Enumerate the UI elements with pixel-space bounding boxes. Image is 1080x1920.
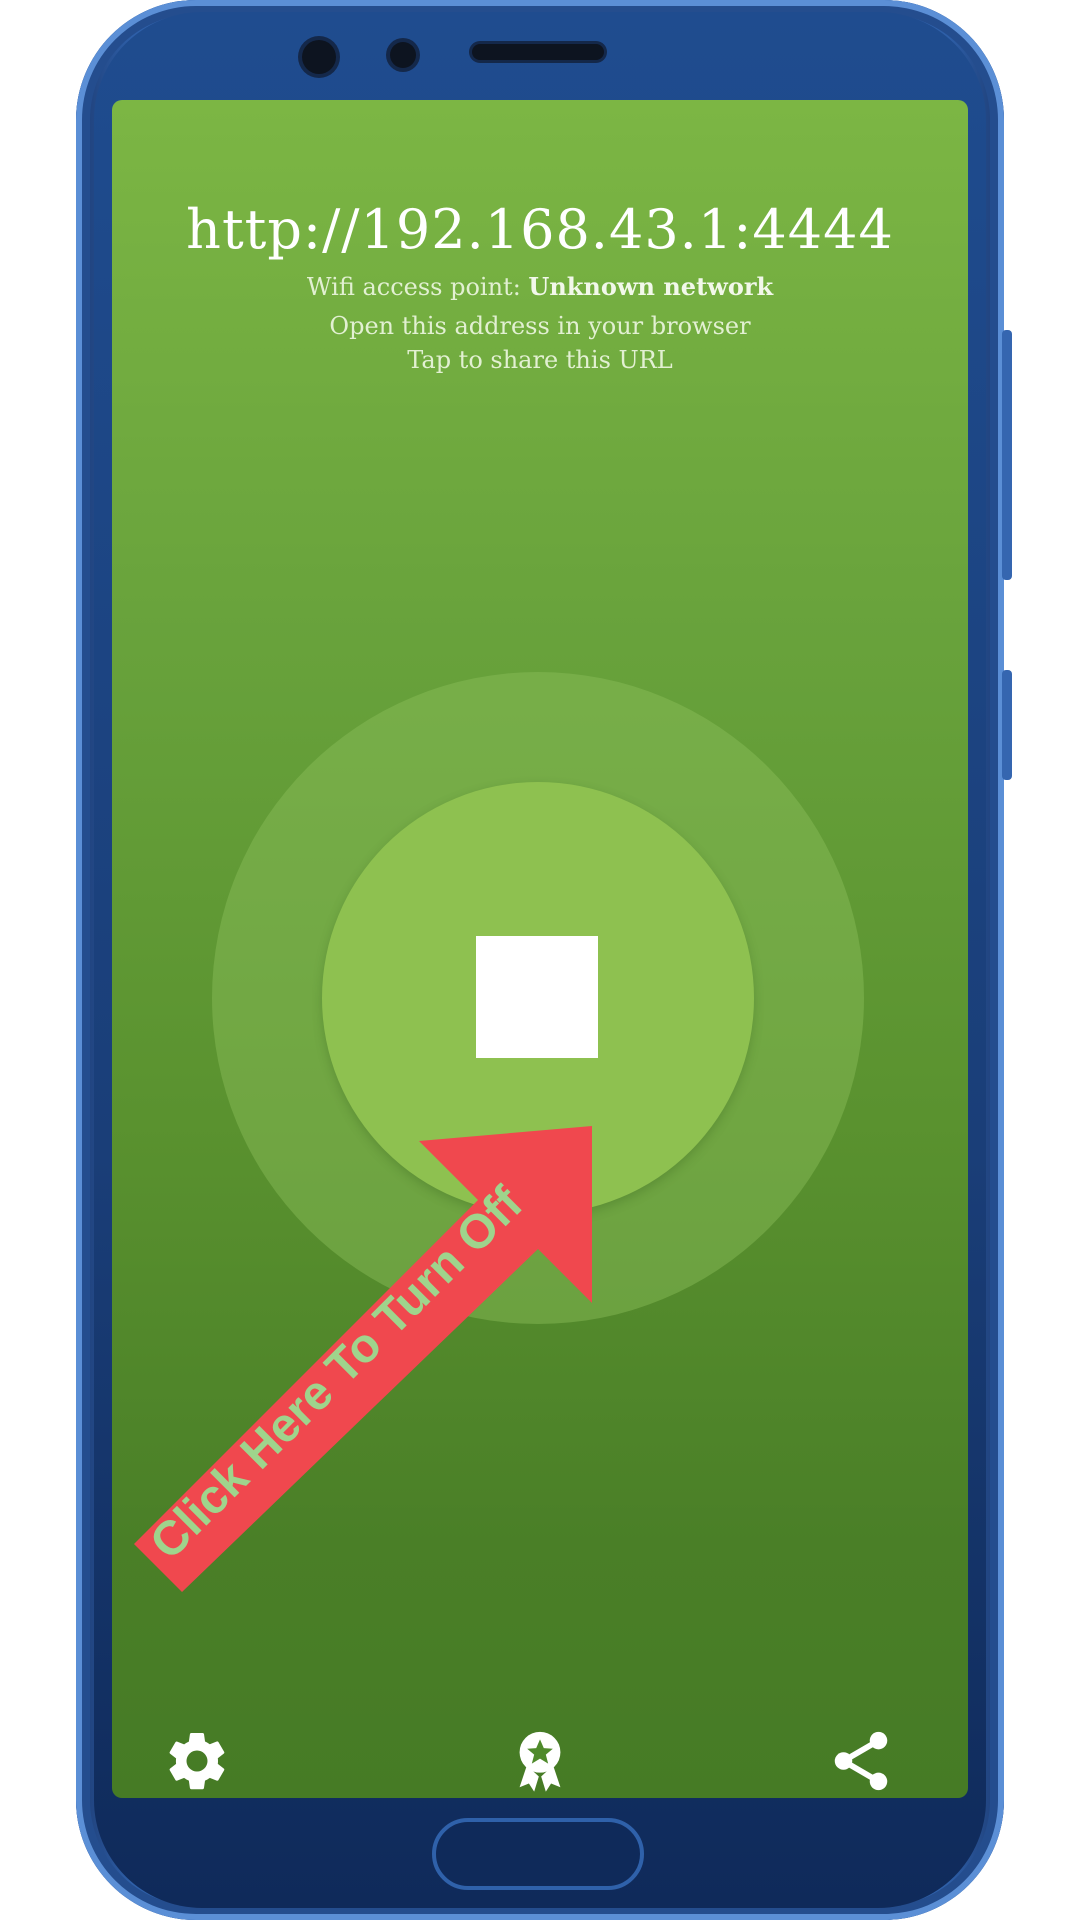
open-address-instruction: Open this address in your browser [329, 312, 751, 340]
earpiece-speaker [472, 44, 604, 60]
proximity-sensor-icon [390, 42, 416, 68]
screenshot-frame: http://192.168.43.1:4444 Wifi access poi… [0, 0, 1080, 1920]
gear-icon[interactable] [162, 1726, 232, 1796]
wifi-info: Wifi access point: Unknown network [112, 272, 968, 301]
home-button[interactable] [432, 1818, 644, 1890]
front-camera-icon [302, 40, 336, 74]
wifi-label: Wifi access point: [306, 273, 521, 301]
award-ribbon-icon[interactable] [505, 1726, 575, 1796]
stop-icon [476, 936, 598, 1058]
app-screen: http://192.168.43.1:4444 Wifi access poi… [112, 100, 968, 1798]
share-icon[interactable] [826, 1726, 896, 1796]
power-button [1002, 670, 1012, 780]
share-url-hint[interactable]: Tap to share this URL [112, 346, 968, 374]
wifi-network-name: Unknown network [528, 272, 774, 301]
server-url[interactable]: http://192.168.43.1:4444 [112, 198, 968, 261]
volume-button [1002, 330, 1012, 580]
